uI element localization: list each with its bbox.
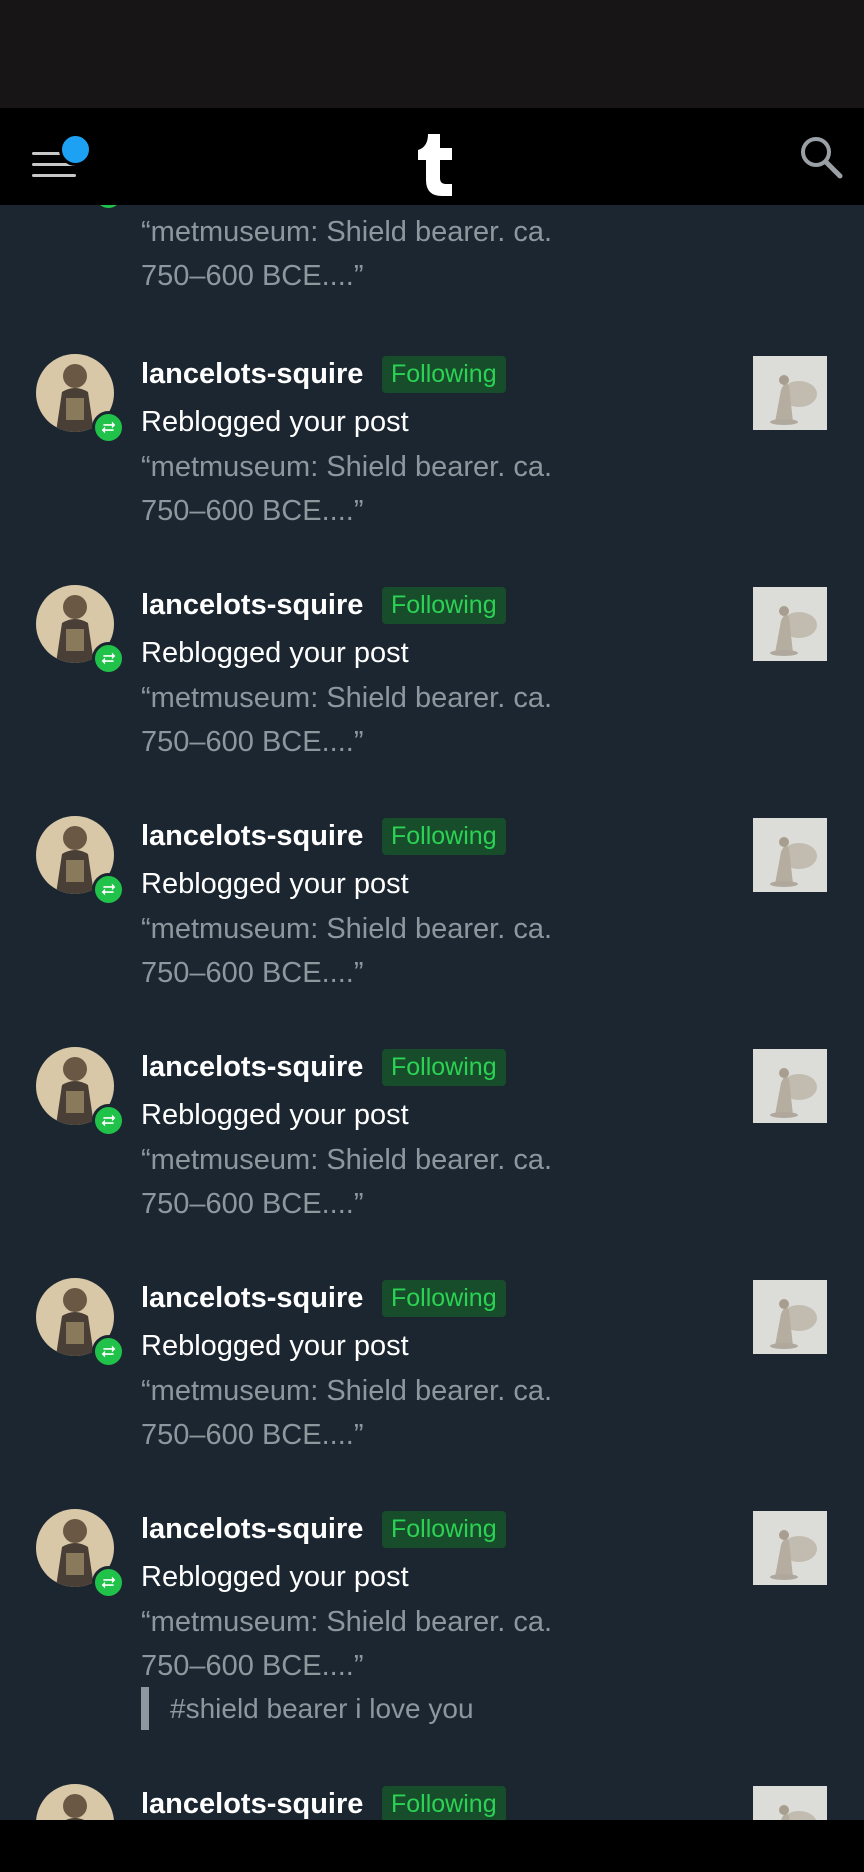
top-navigation-bar — [0, 108, 864, 205]
reblog-badge-icon — [92, 642, 125, 675]
username-link[interactable]: lancelots-squire — [141, 1784, 363, 1820]
post-quote[interactable]: “metmuseum: Shield bearer. ca. 750–600 B… — [141, 907, 661, 995]
menu-button[interactable] — [22, 132, 92, 186]
username-link[interactable]: lancelots-squire — [141, 585, 363, 625]
username-link[interactable]: lancelots-squire — [141, 354, 363, 394]
post-thumbnail[interactable] — [751, 1784, 829, 1820]
post-quote[interactable]: “metmuseum: Shield bearer. ca. 750–600 B… — [141, 1600, 661, 1688]
post-tag[interactable]: #shield bearer i love you — [170, 1687, 474, 1730]
system-navigation-bar — [0, 1820, 864, 1872]
following-badge: Following — [382, 1511, 506, 1548]
username-link[interactable]: lancelots-squire — [141, 1047, 363, 1087]
action-text: Reblogged your post — [141, 1561, 409, 1593]
post-thumbnail[interactable] — [751, 585, 829, 663]
reblog-badge-icon — [92, 1566, 125, 1599]
search-button[interactable] — [796, 132, 846, 182]
following-badge: Following — [382, 1786, 506, 1820]
action-text: Reblogged your post — [141, 637, 409, 669]
post-thumbnail[interactable] — [751, 1047, 829, 1125]
following-badge: Following — [382, 587, 506, 624]
reblog-badge-icon — [92, 873, 125, 906]
tumblr-logo-icon[interactable] — [404, 118, 464, 198]
username-link[interactable]: lancelots-squire — [141, 1278, 363, 1318]
following-badge: Following — [382, 1280, 506, 1317]
action-text: Reblogged your post — [141, 1330, 409, 1362]
notification-feed[interactable]: “metmuseum: Shield bearer. ca. 750–600 B… — [0, 0, 864, 1820]
following-badge: Following — [382, 356, 506, 393]
reblog-badge-icon — [92, 1335, 125, 1368]
post-thumbnail[interactable] — [751, 1278, 829, 1356]
post-quote[interactable]: “metmuseum: Shield bearer. ca. 750–600 B… — [141, 445, 661, 533]
action-text: Reblogged your post — [141, 406, 409, 438]
post-thumbnail[interactable] — [751, 1509, 829, 1587]
post-thumbnail[interactable] — [751, 354, 829, 432]
notification-dot-icon — [59, 133, 92, 166]
post-thumbnail[interactable] — [751, 816, 829, 894]
post-quote[interactable]: “metmuseum: Shield bearer. ca. 750–600 B… — [141, 1138, 661, 1226]
following-badge: Following — [382, 1049, 506, 1086]
search-icon — [801, 137, 843, 179]
reblog-badge-icon — [92, 1104, 125, 1137]
following-badge: Following — [382, 818, 506, 855]
username-link[interactable]: lancelots-squire — [141, 1509, 363, 1549]
post-quote[interactable]: “metmuseum: Shield bearer. ca. 750–600 B… — [141, 676, 661, 764]
action-text: Reblogged your post — [141, 868, 409, 900]
action-text: Reblogged your post — [141, 1099, 409, 1131]
username-link[interactable]: lancelots-squire — [141, 816, 363, 856]
avatar[interactable] — [36, 1784, 114, 1820]
tag-quote-bar — [141, 1687, 149, 1730]
post-quote[interactable]: “metmuseum: Shield bearer. ca. 750–600 B… — [141, 1369, 661, 1457]
post-quote: “metmuseum: Shield bearer. ca. 750–600 B… — [141, 216, 553, 292]
reblog-badge-icon — [92, 411, 125, 444]
